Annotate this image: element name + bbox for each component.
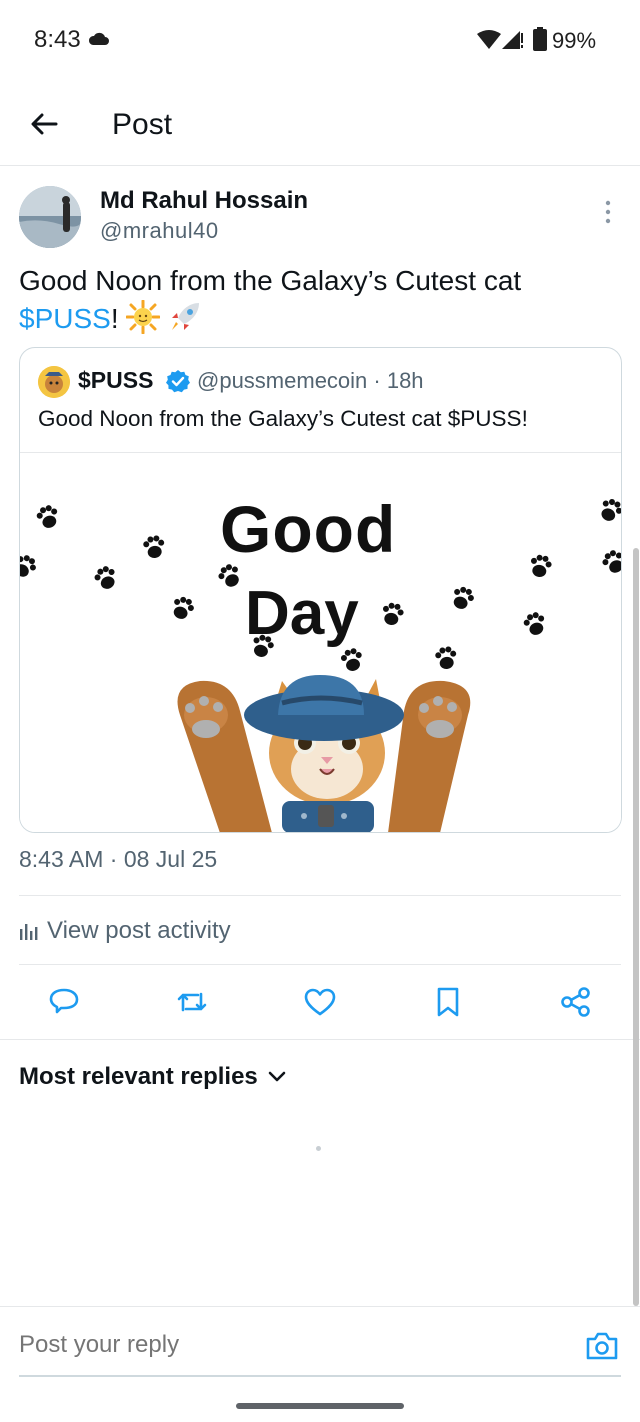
- repost-icon[interactable]: [176, 986, 208, 1018]
- post-actions: [0, 978, 640, 1028]
- quote-handle-time: @pussmemecoin · 18h: [197, 368, 424, 393]
- reply-underline: [19, 1375, 621, 1377]
- view-post-activity[interactable]: View post activity: [19, 913, 231, 949]
- back-arrow-icon[interactable]: [28, 108, 60, 140]
- post-text: Good Noon from the Galaxy’s Cutest cat $…: [19, 262, 619, 338]
- sun-emoji-icon: [126, 300, 161, 334]
- chevron-down-icon: [268, 1071, 286, 1082]
- post-text-body: Good Noon from the Galaxy’s Cutest cat: [19, 265, 522, 296]
- rocket-emoji-icon: [172, 303, 200, 330]
- status-time: 8:43: [34, 26, 81, 53]
- loading-indicator: [316, 1146, 321, 1151]
- camera-icon[interactable]: [585, 1331, 619, 1361]
- view-post-activity-label: View post activity: [47, 917, 231, 944]
- post-header: Post: [0, 90, 640, 166]
- media-text-good: Good: [220, 492, 397, 566]
- more-vertical-icon[interactable]: [596, 198, 620, 226]
- cashtag-link[interactable]: $PUSS: [19, 303, 111, 334]
- reply-input[interactable]: [19, 1331, 459, 1359]
- media-text-day: Day: [245, 579, 359, 648]
- author-handle[interactable]: @mrahul40: [100, 218, 219, 244]
- quote-text: Good Noon from the Galaxy’s Cutest cat $…: [38, 406, 528, 431]
- bar-chart-icon: [20, 924, 38, 940]
- page-title: Post: [112, 108, 173, 141]
- divider: [19, 895, 621, 896]
- status-bar: 8:43 99%: [0, 0, 640, 80]
- section-divider: [0, 1039, 640, 1040]
- author-name[interactable]: Md Rahul Hossain: [100, 187, 308, 215]
- replies-sort-dropdown[interactable]: Most relevant replies: [19, 1063, 286, 1091]
- quote-media-image[interactable]: Good Day: [20, 452, 621, 832]
- battery-icon: [533, 27, 547, 51]
- signal-icon: [502, 31, 523, 49]
- divider: [19, 964, 621, 965]
- battery-percentage: 99%: [552, 28, 597, 53]
- verified-icon: [166, 370, 190, 393]
- quote-avatar[interactable]: [38, 366, 70, 398]
- bookmark-icon[interactable]: [432, 986, 464, 1018]
- post-text-punct: !: [110, 303, 119, 334]
- share-icon[interactable]: [560, 986, 592, 1018]
- replies-sort-label: Most relevant replies: [19, 1063, 258, 1090]
- cloud-icon: [88, 32, 109, 45]
- scrollbar[interactable]: [633, 548, 639, 1306]
- like-icon[interactable]: [304, 986, 336, 1018]
- quote-author-name[interactable]: $PUSS: [78, 367, 153, 394]
- wifi-icon: [477, 30, 501, 49]
- post-timestamp: 8:43 AM · 08 Jul 25: [19, 846, 218, 872]
- author-avatar[interactable]: [19, 186, 81, 248]
- home-indicator[interactable]: [236, 1403, 404, 1409]
- quoted-post-card[interactable]: $PUSS @pussmemecoin · 18h Good Noon from…: [19, 347, 622, 833]
- reply-composer: [0, 1306, 640, 1422]
- reply-icon[interactable]: [48, 986, 80, 1018]
